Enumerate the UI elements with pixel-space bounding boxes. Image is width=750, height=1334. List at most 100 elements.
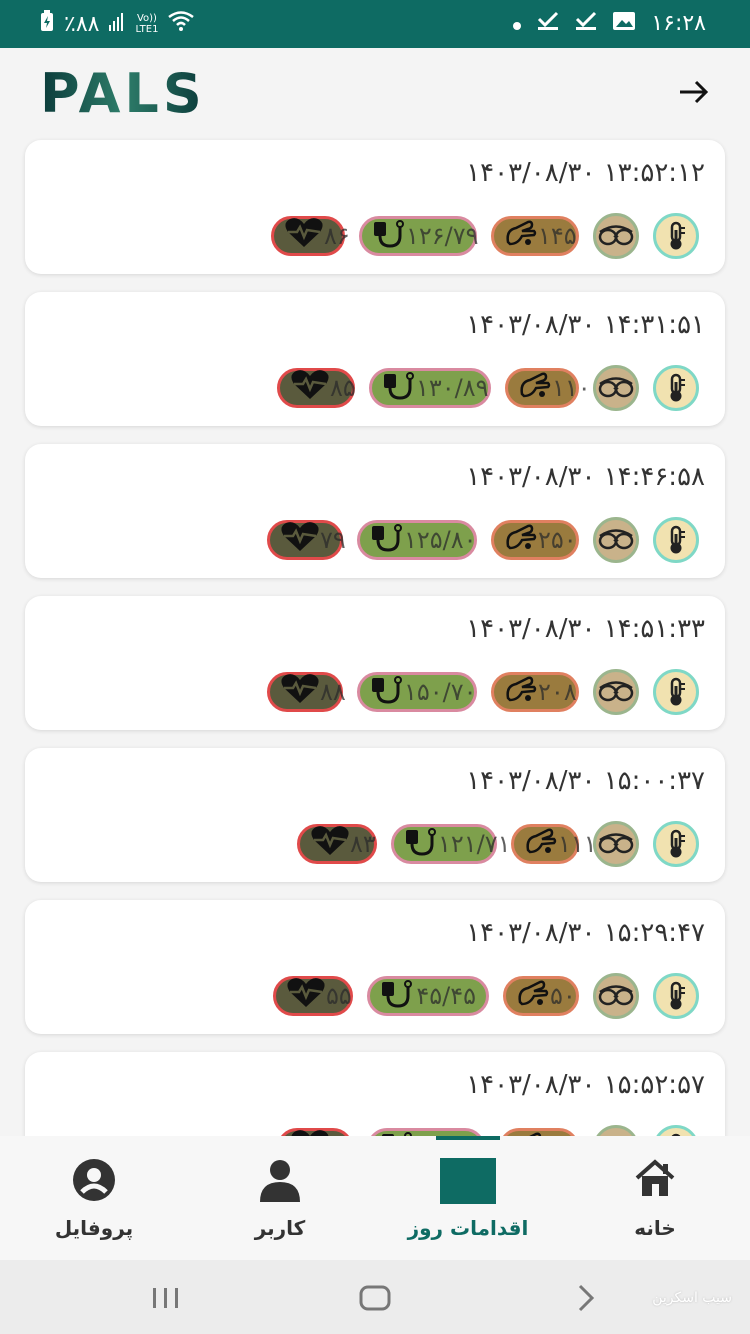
chevron-right-icon	[578, 1284, 595, 1312]
thermometer-icon[interactable]	[653, 973, 699, 1019]
heart-rate-icon	[310, 825, 350, 863]
check-download-icon-2	[575, 10, 597, 36]
heart-rate-pill[interactable]: ۸۵	[277, 368, 356, 408]
glasses-icon[interactable]	[593, 1125, 639, 1136]
blood-sugar-icon	[516, 978, 550, 1014]
glasses-icon[interactable]	[593, 517, 639, 563]
blood-pressure-icon	[372, 218, 406, 254]
blood-pressure-pill[interactable]: ۱۲۶/۷۹	[359, 216, 479, 256]
thermometer-icon[interactable]	[653, 365, 699, 411]
heart-rate-icon	[290, 1129, 330, 1136]
heart-rate-pill[interactable]: ۷۹	[267, 520, 346, 560]
arrow-right-icon	[680, 80, 709, 104]
pals-logo: PALS	[40, 62, 206, 125]
heart-rate-pill[interactable]	[277, 1128, 353, 1136]
record-datetime: ۱۴۰۳/۰۸/۳۰ ۱۳:۵۲:۱۲	[466, 158, 705, 188]
heart-rate-pill[interactable]: ۸۸	[267, 672, 346, 712]
blood-pressure-icon	[382, 370, 416, 406]
glasses-icon[interactable]	[593, 669, 639, 715]
blood-sugar-pill[interactable]: ۱۴۵	[491, 216, 579, 256]
blood-pressure-pill[interactable]: ۱۳۰/۸۹	[369, 368, 491, 408]
record-card[interactable]: ۱۴۰۳/۰۸/۳۰ ۱۳:۵۲:۱۲ ۱۴۵ ۱۲۶/۷۹ ۸۶	[25, 140, 725, 274]
record-card[interactable]: ۱۴۰۳/۰۸/۳۰ ۱۵:۵۲:۵۷	[25, 1052, 725, 1136]
heart-rate-icon	[280, 521, 320, 559]
daily-actions-icon	[440, 1158, 496, 1208]
glasses-icon[interactable]	[593, 821, 639, 867]
heart-rate-value: ۸۳	[350, 830, 376, 858]
back-system-button[interactable]	[572, 1278, 600, 1318]
blood-pressure-value: ۱۵۰/۷۰	[404, 678, 477, 706]
thermometer-icon[interactable]	[653, 821, 699, 867]
blood-pressure-pill[interactable]	[367, 1128, 485, 1136]
blood-pressure-value: ۴۵/۴۵	[416, 982, 476, 1010]
blood-pressure-value: ۱۳۰/۸۹	[416, 374, 489, 402]
record-card[interactable]: ۱۴۰۳/۰۸/۳۰ ۱۵:۲۹:۴۷ ۵۰ ۴۵/۴۵ ۵۵	[25, 900, 725, 1034]
blood-sugar-pill[interactable]: ۲۵۰	[491, 520, 579, 560]
nav-profile[interactable]: پروفایل	[14, 1136, 174, 1260]
blood-pressure-pill[interactable]: ۱۲۱/۷۱	[391, 824, 511, 864]
status-right: ۱۶:۲۸	[513, 10, 706, 36]
blood-sugar-value: ۲۰۸	[538, 678, 577, 706]
record-datetime: ۱۴۰۳/۰۸/۳۰ ۱۵:۰۰:۳۷	[466, 766, 705, 796]
record-indicators: ۵۰ ۴۵/۴۵ ۵۵	[273, 972, 699, 1020]
signal-icon	[109, 12, 125, 37]
home-system-button[interactable]	[358, 1278, 392, 1318]
blood-sugar-pill[interactable]: ۲۰۸	[491, 672, 579, 712]
record-card[interactable]: ۱۴۰۳/۰۸/۳۰ ۱۴:۵۱:۳۳ ۲۰۸ ۱۵۰/۷۰ ۸۸	[25, 596, 725, 730]
blood-sugar-pill[interactable]: ۱۱۱	[511, 824, 597, 864]
battery-icon	[40, 10, 54, 38]
wifi-icon	[168, 11, 195, 37]
glasses-icon[interactable]	[593, 365, 639, 411]
battery-percent: ٪۸۸	[64, 11, 100, 37]
nav-daily-actions[interactable]: اقدامات روز	[388, 1136, 548, 1260]
blood-sugar-value: ۲۵۰	[538, 526, 577, 554]
blood-sugar-value: ۱۱۰	[552, 374, 591, 402]
blood-sugar-pill[interactable]	[499, 1128, 579, 1136]
blood-pressure-pill[interactable]: ۱۵۰/۷۰	[357, 672, 477, 712]
nav-home[interactable]: خانه	[575, 1136, 735, 1260]
heart-rate-pill[interactable]: ۸۳	[297, 824, 377, 864]
blood-pressure-icon	[380, 978, 414, 1014]
back-button[interactable]	[674, 72, 714, 112]
record-card[interactable]: ۱۴۰۳/۰۸/۳۰ ۱۴:۳۱:۵۱ ۱۱۰ ۱۳۰/۸۹ ۸۵	[25, 292, 725, 426]
heart-rate-icon	[284, 217, 324, 255]
heart-rate-value: ۵۵	[326, 982, 352, 1010]
blood-sugar-icon	[504, 674, 538, 710]
record-card[interactable]: ۱۴۰۳/۰۸/۳۰ ۱۵:۰۰:۳۷ ۱۱۱ ۱۲۱/۷۱ ۸۳	[25, 748, 725, 882]
check-download-icon	[537, 10, 559, 36]
home-square-icon	[359, 1285, 391, 1311]
glasses-icon[interactable]	[593, 973, 639, 1019]
user-icon	[258, 1158, 302, 1206]
blood-sugar-value: ۱۴۵	[538, 222, 577, 250]
blood-pressure-pill[interactable]: ۱۲۵/۸۰	[357, 520, 477, 560]
system-navigation-bar: سیب اسکرین	[0, 1260, 750, 1334]
daily-records-list[interactable]: ۱۴۰۳/۰۸/۳۰ ۱۳:۵۲:۱۲ ۱۴۵ ۱۲۶/۷۹ ۸۶ ۱۴۰۳/۰۸/۳۰…	[0, 134, 750, 1136]
blood-sugar-pill[interactable]: ۱۱۰	[505, 368, 591, 408]
blood-pressure-pill[interactable]: ۴۵/۴۵	[367, 976, 489, 1016]
heart-rate-value: ۸۵	[330, 374, 356, 402]
record-indicators: ۱۴۵ ۱۲۶/۷۹ ۸۶	[271, 212, 699, 260]
thermometer-icon[interactable]	[653, 517, 699, 563]
record-indicators: ۲۰۸ ۱۵۰/۷۰ ۸۸	[267, 668, 699, 716]
status-bar: ٪۸۸ Vo)) LTE1 ۱۶:۲۸	[0, 0, 750, 48]
bottom-navigation: خانه اقدامات روز کاربر پروفایل	[0, 1136, 750, 1260]
blood-pressure-value: ۱۲۵/۸۰	[404, 526, 477, 554]
recent-apps-button[interactable]	[150, 1278, 182, 1318]
thermometer-icon[interactable]	[653, 1125, 699, 1136]
heart-rate-pill[interactable]: ۸۶	[271, 216, 350, 256]
glasses-icon[interactable]	[593, 213, 639, 259]
heart-rate-pill[interactable]: ۵۵	[273, 976, 353, 1016]
recent-apps-icon	[153, 1288, 178, 1308]
home-icon	[633, 1158, 677, 1202]
blood-pressure-value: ۱۲۱/۷۱	[438, 830, 511, 858]
thermometer-icon[interactable]	[653, 213, 699, 259]
record-datetime: ۱۴۰۳/۰۸/۳۰ ۱۴:۴۶:۵۸	[466, 462, 705, 492]
clock-time: ۱۶:۲۸	[651, 10, 706, 36]
thermometer-icon[interactable]	[653, 669, 699, 715]
nav-profile-label: پروفایل	[54, 1216, 134, 1240]
nav-user[interactable]: کاربر	[200, 1136, 360, 1260]
record-card[interactable]: ۱۴۰۳/۰۸/۳۰ ۱۴:۴۶:۵۸ ۲۵۰ ۱۲۵/۸۰ ۷۹	[25, 444, 725, 578]
blood-sugar-icon	[524, 826, 558, 862]
blood-sugar-pill[interactable]: ۵۰	[503, 976, 579, 1016]
blood-pressure-icon	[370, 522, 404, 558]
